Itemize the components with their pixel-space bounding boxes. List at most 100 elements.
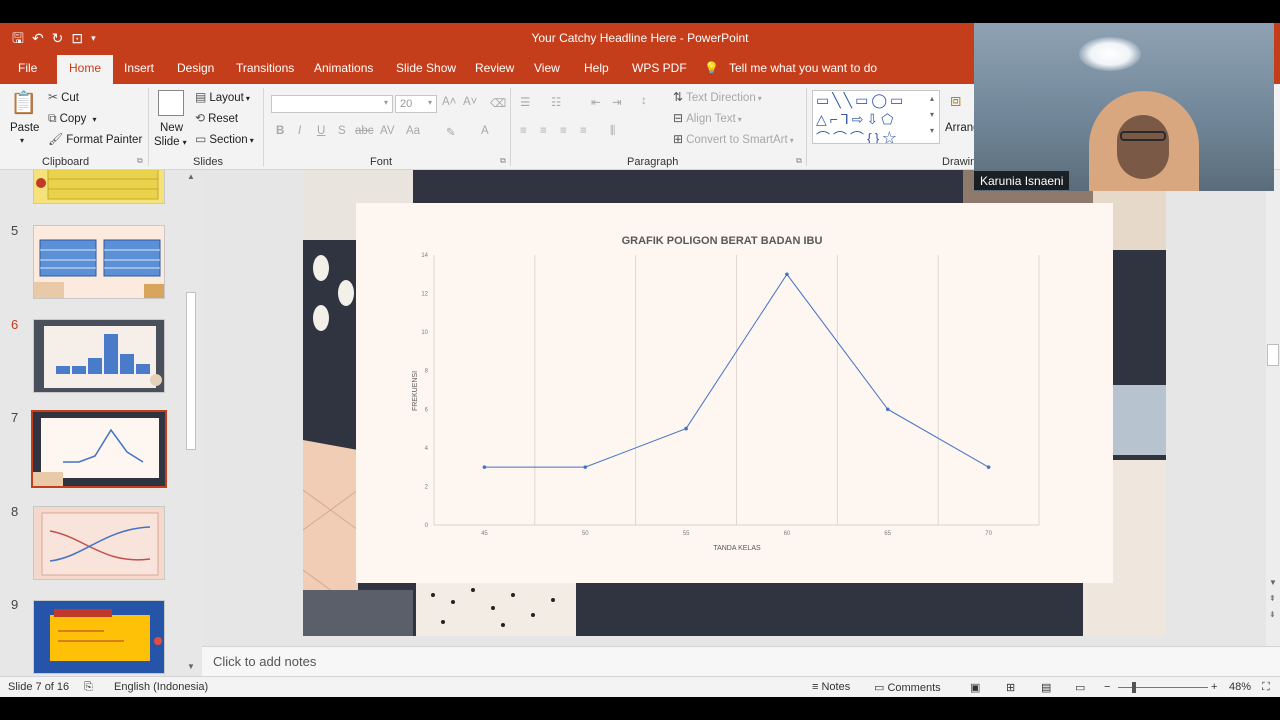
format-painter-button[interactable]: 🖌 Format Painter xyxy=(48,132,142,146)
character-spacing-icon[interactable]: AV xyxy=(380,125,395,137)
section-button[interactable]: ▭ Section ▾ xyxy=(195,132,254,146)
slide-vertical-scrollbar[interactable]: ▼ ⇞ ⇟ xyxy=(1266,170,1280,646)
font-color-icon[interactable]: A xyxy=(481,125,489,137)
tab-slide-show[interactable]: Slide Show xyxy=(396,61,456,75)
underline-icon[interactable]: U xyxy=(317,125,325,137)
cut-button[interactable]: ✂ Cut xyxy=(48,90,79,104)
line-spacing-icon[interactable]: ↕ xyxy=(641,95,647,107)
tab-transitions[interactable]: Transitions xyxy=(236,61,294,75)
slide-thumbnail-4[interactable] xyxy=(33,170,165,204)
zoom-out-icon[interactable]: − xyxy=(1104,681,1110,693)
chart-y-ticks: 0 2 4 6 8 10 12 14 xyxy=(421,253,428,529)
slide-thumbnail-7-selected[interactable] xyxy=(31,410,167,488)
scrollbar-thumb[interactable] xyxy=(186,292,196,450)
font-name-combo[interactable]: ▾ xyxy=(271,95,393,113)
slide-4-preview xyxy=(36,170,159,200)
font-size-combo[interactable]: 20 ▾ xyxy=(395,95,437,113)
italic-icon[interactable]: I xyxy=(298,125,301,137)
tab-design[interactable]: Design xyxy=(177,61,214,75)
copy-button[interactable]: ⧉ Copy ▾ xyxy=(48,111,96,126)
shapes-scroll-down-icon[interactable]: ▾ xyxy=(930,110,934,119)
separator xyxy=(263,88,264,166)
zoom-level[interactable]: 48% xyxy=(1229,681,1251,693)
paste-button[interactable]: Paste xyxy=(10,122,39,134)
increase-font-icon[interactable]: A˄ xyxy=(442,96,456,108)
new-slide-button[interactable]: New xyxy=(160,122,183,134)
align-text-button[interactable]: ⊟ Align Text ▾ xyxy=(673,111,742,125)
new-slide-button-line2[interactable]: Slide ▾ xyxy=(154,136,187,148)
tab-view[interactable]: View xyxy=(534,61,560,75)
spellcheck-icon[interactable]: ⎘ xyxy=(84,681,93,694)
paragraph-launcher-icon[interactable]: ⧉ xyxy=(796,156,802,166)
separator xyxy=(510,88,511,166)
columns-icon[interactable]: ⫼ xyxy=(610,125,615,138)
comments-toggle-button[interactable]: ▭ Comments xyxy=(874,681,941,694)
decrease-font-icon[interactable]: A˅ xyxy=(463,96,477,108)
justify-icon[interactable]: ≡ xyxy=(580,125,587,137)
font-launcher-icon[interactable]: ⧉ xyxy=(500,156,506,166)
participant-name: Karunia Isnaeni xyxy=(974,171,1070,190)
language-indicator[interactable]: English (Indonesia) xyxy=(114,681,208,693)
change-case-icon[interactable]: Aa xyxy=(406,125,420,137)
align-left-icon[interactable]: ≡ xyxy=(520,125,527,137)
font-group-label: Font xyxy=(370,156,393,168)
text-direction-button[interactable]: ⇅ Text Direction ▾ xyxy=(673,90,762,104)
align-right-icon[interactable]: ≡ xyxy=(560,125,567,137)
slide-scrollbar-thumb[interactable] xyxy=(1267,344,1279,366)
shapes-more-icon[interactable]: ▾ xyxy=(930,126,934,135)
slide-7[interactable]: GRAFIK POLIGON BERAT BADAN IBU TANDA KEL… xyxy=(303,170,1166,636)
tab-file[interactable]: File xyxy=(18,61,37,75)
bullets-icon[interactable]: ☰ xyxy=(520,95,530,109)
tell-me-search[interactable]: Tell me what you want to do xyxy=(729,61,877,75)
tab-review[interactable]: Review xyxy=(475,61,514,75)
notes-toggle-button[interactable]: ≡ Notes xyxy=(812,681,850,693)
reading-view-icon[interactable]: ▤ xyxy=(1041,681,1051,694)
previous-slide-icon[interactable]: ⇞ xyxy=(1269,594,1276,603)
strikethrough-icon[interactable]: abc xyxy=(355,125,374,137)
notes-pane[interactable]: Click to add notes xyxy=(202,646,1280,676)
slide-thumbnail-5[interactable] xyxy=(33,225,165,299)
bold-icon[interactable]: B xyxy=(276,125,284,137)
tab-help[interactable]: Help xyxy=(584,61,609,75)
slide-thumbnail-6[interactable] xyxy=(33,319,165,393)
shapes-gallery[interactable]: ▭╲╲▭◯▭ △⌐⅂⇨⇩⬠ ⌒⌒⌒{}☆ xyxy=(812,90,940,144)
increase-indent-icon[interactable]: ⇥ xyxy=(612,95,622,109)
numbering-icon[interactable]: ☷ xyxy=(551,95,561,109)
chart-title: GRAFIK POLIGON BERAT BADAN IBU xyxy=(622,235,823,247)
convert-smartart-button[interactable]: ⊞ Convert to SmartArt ▾ xyxy=(673,132,794,146)
slideshow-view-icon[interactable]: ▭ xyxy=(1075,681,1085,694)
normal-view-icon[interactable]: ▣ xyxy=(970,681,980,694)
highlight-icon[interactable]: ✎ xyxy=(446,125,456,139)
tab-home[interactable]: Home xyxy=(57,55,114,84)
scroll-up-icon[interactable]: ▲ xyxy=(187,172,195,181)
reset-button[interactable]: ⟲ Reset xyxy=(195,111,238,125)
shapes-scroll-up-icon[interactable]: ▴ xyxy=(930,94,934,103)
new-slide-icon[interactable] xyxy=(158,90,184,116)
tab-animations[interactable]: Animations xyxy=(314,61,373,75)
poligon-chart[interactable]: GRAFIK POLIGON BERAT BADAN IBU TANDA KEL… xyxy=(356,203,1113,583)
arrange-icon[interactable]: ⧈ xyxy=(950,90,961,111)
lightbulb-icon: 💡 xyxy=(704,61,719,75)
zoom-in-icon[interactable]: + xyxy=(1211,681,1217,693)
zoom-slider-handle[interactable] xyxy=(1132,682,1136,693)
thumbnails-scrollbar[interactable]: ▲ ▼ xyxy=(184,172,198,674)
decrease-indent-icon[interactable]: ⇤ xyxy=(591,95,601,109)
paste-dropdown-icon[interactable]: ▾ xyxy=(20,136,24,145)
slide-scroll-down-icon[interactable]: ▼ xyxy=(1269,578,1277,587)
align-center-icon[interactable]: ≡ xyxy=(540,125,547,137)
layout-button[interactable]: ▤ Layout ▾ xyxy=(195,90,250,104)
slide-thumbnail-9[interactable] xyxy=(33,600,165,674)
clipboard-launcher-icon[interactable]: ⧉ xyxy=(137,156,143,166)
slide-sorter-icon[interactable]: ⊞ xyxy=(1006,681,1015,694)
clear-formatting-icon[interactable]: ⌫ xyxy=(490,96,506,110)
chart-y-tick-label: 2 xyxy=(425,484,429,490)
scroll-down-icon[interactable]: ▼ xyxy=(187,662,195,671)
paste-icon[interactable]: 📋 xyxy=(10,90,37,116)
tab-wps-pdf[interactable]: WPS PDF xyxy=(632,61,687,75)
slide-thumbnail-8[interactable] xyxy=(33,506,165,580)
notes-placeholder: Click to add notes xyxy=(213,654,317,669)
next-slide-icon[interactable]: ⇟ xyxy=(1269,610,1276,619)
tab-insert[interactable]: Insert xyxy=(124,61,154,75)
fit-to-window-icon[interactable]: ⛶ xyxy=(1262,681,1270,694)
text-shadow-icon[interactable]: S xyxy=(338,125,346,137)
